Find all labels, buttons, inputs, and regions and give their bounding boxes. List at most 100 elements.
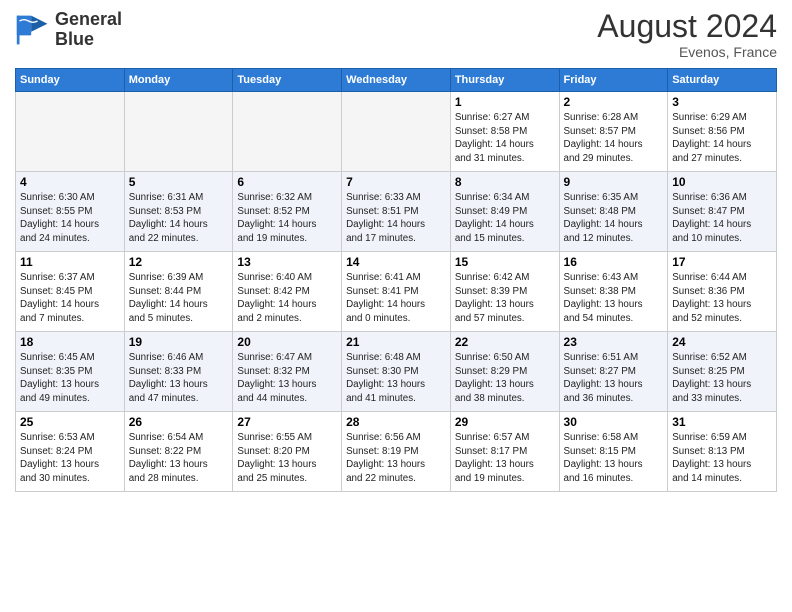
day-number: 4 [20, 175, 120, 189]
day-number: 12 [129, 255, 229, 269]
calendar-cell: 29 Sunrise: 6:57 AMSunset: 8:17 PMDayligh… [450, 412, 559, 492]
day-number: 14 [346, 255, 446, 269]
day-number: 11 [20, 255, 120, 269]
calendar-cell: 28 Sunrise: 6:56 AMSunset: 8:19 PMDayligh… [342, 412, 451, 492]
day-info: Sunrise: 6:40 AMSunset: 8:42 PMDaylight:… [237, 271, 337, 326]
calendar-cell: 4 Sunrise: 6:30 AMSunset: 8:55 PMDaylight… [16, 172, 125, 252]
day-number: 13 [237, 255, 337, 269]
calendar-cell: 23 Sunrise: 6:51 AMSunset: 8:27 PMDayligh… [559, 332, 668, 412]
logo-line1: General [55, 10, 122, 30]
day-info: Sunrise: 6:34 AMSunset: 8:49 PMDaylight:… [455, 191, 555, 246]
day-info: Sunrise: 6:37 AMSunset: 8:45 PMDaylight:… [20, 271, 120, 326]
calendar-cell: 25 Sunrise: 6:53 AMSunset: 8:24 PMDayligh… [16, 412, 125, 492]
day-info: Sunrise: 6:39 AMSunset: 8:44 PMDaylight:… [129, 271, 229, 326]
calendar-cell: 31Sunrise: 6:59 AMSunset: 8:13 PMDayligh… [668, 412, 777, 492]
calendar-cell: 9Sunrise: 6:35 AMSunset: 8:48 PMDaylight… [559, 172, 668, 252]
calendar-cell: 21 Sunrise: 6:48 AMSunset: 8:30 PMDayligh… [342, 332, 451, 412]
day-number: 20 [237, 335, 337, 349]
day-info: Sunrise: 6:57 AMSunset: 8:17 PMDaylight:… [455, 431, 555, 486]
day-info: Sunrise: 6:36 AMSunset: 8:47 PMDaylight:… [672, 191, 772, 246]
day-info: Sunrise: 6:30 AMSunset: 8:55 PMDaylight:… [20, 191, 120, 246]
day-number: 21 [346, 335, 446, 349]
calendar-cell: 2 Sunrise: 6:28 AMSunset: 8:57 PMDaylight… [559, 92, 668, 172]
day-number: 10 [672, 175, 772, 189]
calendar-cell: 14 Sunrise: 6:41 AMSunset: 8:41 PMDayligh… [342, 252, 451, 332]
calendar-cell: 6 Sunrise: 6:32 AMSunset: 8:52 PMDaylight… [233, 172, 342, 252]
day-info: Sunrise: 6:31 AMSunset: 8:53 PMDaylight:… [129, 191, 229, 246]
calendar-cell: 12 Sunrise: 6:39 AMSunset: 8:44 PMDayligh… [124, 252, 233, 332]
header-monday: Monday [124, 69, 233, 92]
page: General Blue August 2024 Evenos, France … [0, 0, 792, 612]
day-info: Sunrise: 6:33 AMSunset: 8:51 PMDaylight:… [346, 191, 446, 246]
week-row-1: 1 Sunrise: 6:27 AMSunset: 8:58 PMDaylight… [16, 92, 777, 172]
day-number: 25 [20, 415, 120, 429]
logo-icon [15, 12, 51, 48]
day-number: 23 [564, 335, 664, 349]
calendar-cell: 5Sunrise: 6:31 AMSunset: 8:53 PMDaylight… [124, 172, 233, 252]
day-number: 29 [455, 415, 555, 429]
calendar-cell: 19 Sunrise: 6:46 AMSunset: 8:33 PMDayligh… [124, 332, 233, 412]
day-info: Sunrise: 6:54 AMSunset: 8:22 PMDaylight:… [129, 431, 229, 486]
day-number: 27 [237, 415, 337, 429]
week-row-5: 25 Sunrise: 6:53 AMSunset: 8:24 PMDayligh… [16, 412, 777, 492]
calendar-cell [233, 92, 342, 172]
calendar-cell: 26 Sunrise: 6:54 AMSunset: 8:22 PMDayligh… [124, 412, 233, 492]
day-info: Sunrise: 6:27 AMSunset: 8:58 PMDaylight:… [455, 111, 555, 166]
day-number: 16 [564, 255, 664, 269]
header-thursday: Thursday [450, 69, 559, 92]
day-number: 19 [129, 335, 229, 349]
day-number: 18 [20, 335, 120, 349]
header-friday: Friday [559, 69, 668, 92]
header-saturday: Saturday [668, 69, 777, 92]
calendar-cell: 15Sunrise: 6:42 AMSunset: 8:39 PMDayligh… [450, 252, 559, 332]
week-row-4: 18 Sunrise: 6:45 AMSunset: 8:35 PMDayligh… [16, 332, 777, 412]
day-info: Sunrise: 6:28 AMSunset: 8:57 PMDaylight:… [564, 111, 664, 166]
day-info: Sunrise: 6:59 AMSunset: 8:13 PMDaylight:… [672, 431, 772, 486]
day-number: 3 [672, 95, 772, 109]
day-info: Sunrise: 6:51 AMSunset: 8:27 PMDaylight:… [564, 351, 664, 406]
day-number: 26 [129, 415, 229, 429]
logo: General Blue [15, 10, 122, 50]
calendar-cell: 10 Sunrise: 6:36 AMSunset: 8:47 PMDayligh… [668, 172, 777, 252]
logo-line2: Blue [55, 30, 122, 50]
calendar-cell [342, 92, 451, 172]
header-tuesday: Tuesday [233, 69, 342, 92]
day-info: Sunrise: 6:53 AMSunset: 8:24 PMDaylight:… [20, 431, 120, 486]
day-number: 1 [455, 95, 555, 109]
day-number: 17 [672, 255, 772, 269]
day-info: Sunrise: 6:58 AMSunset: 8:15 PMDaylight:… [564, 431, 664, 486]
day-info: Sunrise: 6:46 AMSunset: 8:33 PMDaylight:… [129, 351, 229, 406]
day-number: 28 [346, 415, 446, 429]
month-title: August 2024 [597, 10, 777, 42]
calendar-cell: 24Sunrise: 6:52 AMSunset: 8:25 PMDayligh… [668, 332, 777, 412]
calendar-cell [124, 92, 233, 172]
calendar-cell: 7Sunrise: 6:33 AMSunset: 8:51 PMDaylight… [342, 172, 451, 252]
day-number: 30 [564, 415, 664, 429]
day-info: Sunrise: 6:32 AMSunset: 8:52 PMDaylight:… [237, 191, 337, 246]
day-number: 2 [564, 95, 664, 109]
day-info: Sunrise: 6:55 AMSunset: 8:20 PMDaylight:… [237, 431, 337, 486]
day-info: Sunrise: 6:47 AMSunset: 8:32 PMDaylight:… [237, 351, 337, 406]
day-info: Sunrise: 6:29 AMSunset: 8:56 PMDaylight:… [672, 111, 772, 166]
day-info: Sunrise: 6:44 AMSunset: 8:36 PMDaylight:… [672, 271, 772, 326]
calendar-cell: 13 Sunrise: 6:40 AMSunset: 8:42 PMDayligh… [233, 252, 342, 332]
location: Evenos, France [597, 44, 777, 60]
day-info: Sunrise: 6:41 AMSunset: 8:41 PMDaylight:… [346, 271, 446, 326]
calendar-cell: 27 Sunrise: 6:55 AMSunset: 8:20 PMDayligh… [233, 412, 342, 492]
day-info: Sunrise: 6:50 AMSunset: 8:29 PMDaylight:… [455, 351, 555, 406]
day-info: Sunrise: 6:42 AMSunset: 8:39 PMDaylight:… [455, 271, 555, 326]
calendar-cell: 22 Sunrise: 6:50 AMSunset: 8:29 PMDayligh… [450, 332, 559, 412]
day-info: Sunrise: 6:45 AMSunset: 8:35 PMDaylight:… [20, 351, 120, 406]
calendar-cell: 11 Sunrise: 6:37 AMSunset: 8:45 PMDayligh… [16, 252, 125, 332]
day-info: Sunrise: 6:52 AMSunset: 8:25 PMDaylight:… [672, 351, 772, 406]
header: General Blue August 2024 Evenos, France [15, 10, 777, 60]
day-info: Sunrise: 6:56 AMSunset: 8:19 PMDaylight:… [346, 431, 446, 486]
calendar-header-row: SundayMondayTuesdayWednesdayThursdayFrid… [16, 69, 777, 92]
calendar-cell: 18 Sunrise: 6:45 AMSunset: 8:35 PMDayligh… [16, 332, 125, 412]
day-number: 22 [455, 335, 555, 349]
day-number: 6 [237, 175, 337, 189]
day-info: Sunrise: 6:35 AMSunset: 8:48 PMDaylight:… [564, 191, 664, 246]
header-wednesday: Wednesday [342, 69, 451, 92]
day-info: Sunrise: 6:48 AMSunset: 8:30 PMDaylight:… [346, 351, 446, 406]
calendar-cell: 8Sunrise: 6:34 AMSunset: 8:49 PMDaylight… [450, 172, 559, 252]
